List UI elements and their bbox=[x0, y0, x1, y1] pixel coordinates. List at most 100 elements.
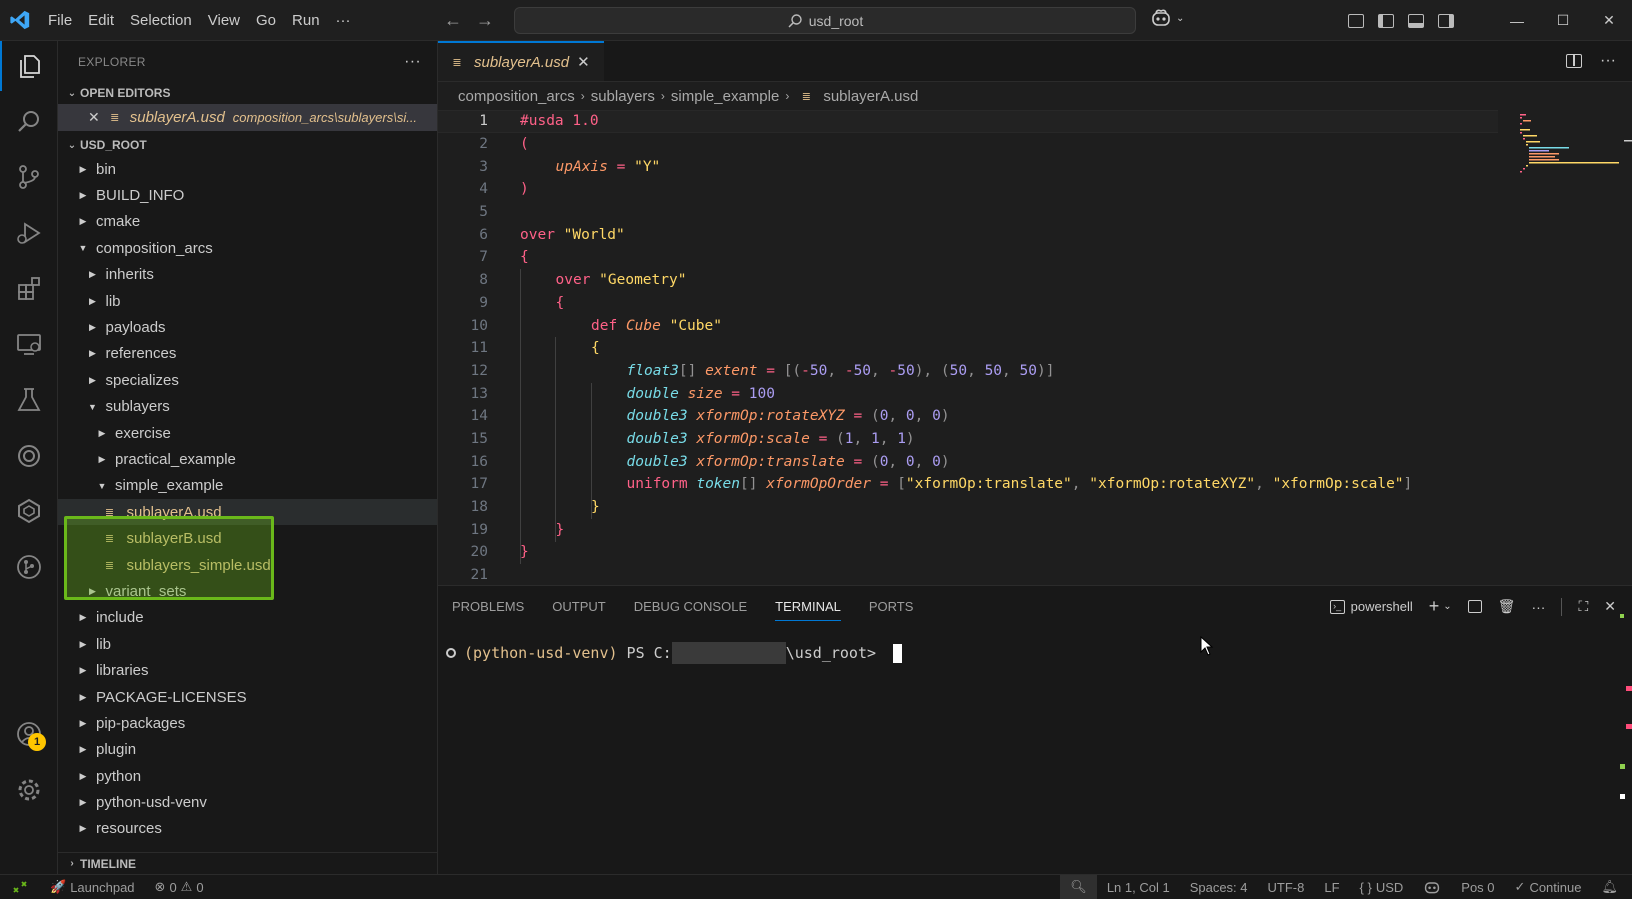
explorer-more-icon[interactable]: ··· bbox=[404, 53, 421, 71]
tree-folder-item[interactable]: ▶ lib bbox=[58, 288, 437, 314]
tree-folder-item[interactable]: ▼ composition_arcs bbox=[58, 235, 437, 261]
settings-gear-icon[interactable] bbox=[0, 765, 58, 815]
tab-debug-console[interactable]: DEBUG CONSOLE bbox=[634, 599, 747, 614]
run-debug-icon[interactable] bbox=[0, 208, 58, 258]
tab-terminal[interactable]: TERMINAL bbox=[775, 599, 841, 621]
launchpad-status[interactable]: 🚀 Launchpad bbox=[40, 875, 145, 899]
menu-selection[interactable]: Selection bbox=[122, 0, 200, 40]
menu-view[interactable]: View bbox=[200, 0, 248, 40]
breadcrumb-item[interactable]: sublayers bbox=[591, 88, 655, 105]
tab-ports[interactable]: PORTS bbox=[869, 599, 914, 614]
open-editor-item[interactable]: ✕ ≣ sublayerA.usd composition_arcs\subla… bbox=[58, 104, 437, 131]
trash-icon[interactable]: 🗑 bbox=[1498, 598, 1516, 615]
tab-close-icon[interactable]: ✕ bbox=[577, 53, 590, 71]
tree-folder-item[interactable]: ▶ references bbox=[58, 341, 437, 367]
close-icon[interactable]: ✕ bbox=[88, 109, 100, 126]
testing-icon[interactable] bbox=[0, 375, 58, 425]
vscode-logo-icon[interactable] bbox=[0, 0, 40, 41]
tree-folder-item[interactable]: ▶ python bbox=[58, 763, 437, 789]
menu-file[interactable]: File bbox=[40, 0, 80, 40]
tree-file-item[interactable]: ≣ sublayers_simple.usd bbox=[58, 552, 437, 578]
forward-arrow-icon[interactable]: → bbox=[476, 10, 494, 31]
close-panel-icon[interactable]: ✕ bbox=[1604, 598, 1616, 615]
minimap[interactable] bbox=[1512, 110, 1632, 210]
chevron-down-icon[interactable]: ⌄ bbox=[1443, 601, 1451, 612]
toggle-panel-icon[interactable] bbox=[1408, 13, 1424, 28]
tree-folder-item[interactable]: ▶ exercise bbox=[58, 420, 437, 446]
breadcrumb-item[interactable]: composition_arcs bbox=[458, 88, 575, 105]
customize-layout-icon[interactable] bbox=[1348, 13, 1364, 28]
indentation[interactable]: Spaces: 4 bbox=[1180, 875, 1258, 899]
tree-folder-item[interactable]: ▶ specializes bbox=[58, 367, 437, 393]
language-mode[interactable]: { } USD bbox=[1350, 875, 1414, 899]
tab-problems[interactable]: PROBLEMS bbox=[452, 599, 524, 614]
menu-more[interactable]: ··· bbox=[328, 0, 359, 40]
tree-folder-item[interactable]: ▶ payloads bbox=[58, 314, 437, 340]
tree-folder-item[interactable]: ▶ BUILD_INFO bbox=[58, 182, 437, 208]
tree-folder-item[interactable]: ▶ resources bbox=[58, 816, 437, 842]
terminal-shell-selector[interactable]: ›_ powershell bbox=[1329, 599, 1413, 614]
tree-folder-item[interactable]: ▶ lib bbox=[58, 631, 437, 657]
timeline-section[interactable]: › TIMELINE bbox=[58, 852, 437, 874]
remote-explorer-icon[interactable] bbox=[0, 319, 58, 369]
tree-folder-item[interactable]: ▶ libraries bbox=[58, 657, 437, 683]
usd-extension-icon[interactable] bbox=[0, 431, 58, 481]
maximize-icon[interactable]: ☐ bbox=[1540, 0, 1586, 41]
split-editor-icon[interactable] bbox=[1566, 54, 1583, 68]
tree-folder-item[interactable]: ▶ include bbox=[58, 605, 437, 631]
code-editor[interactable]: 1 #usda 1.0 2(3 upAxis = "Y" 4) 5 6 over "World… bbox=[438, 110, 1498, 585]
tree-file-item[interactable]: ≣ sublayerB.usd bbox=[58, 525, 437, 551]
more-actions-icon[interactable]: ··· bbox=[1600, 52, 1616, 70]
account-icon[interactable]: 1 bbox=[0, 709, 58, 759]
remote-indicator-icon[interactable] bbox=[0, 875, 40, 899]
open-editors-section[interactable]: ⌄ OPEN EDITORS bbox=[58, 82, 437, 104]
tree-folder-item[interactable]: ▶ plugin bbox=[58, 737, 437, 763]
tree-file-item[interactable]: ≣ sublayerA.usd bbox=[58, 499, 437, 526]
terminal-prompt[interactable]: (python-usd-venv) PS C: \usd_root> bbox=[446, 642, 903, 664]
split-terminal-icon[interactable] bbox=[1467, 600, 1482, 613]
breadcrumb-item[interactable]: sublayerA.usd bbox=[823, 88, 918, 105]
tree-folder-item[interactable]: ▶ cmake bbox=[58, 209, 437, 235]
encoding[interactable]: UTF-8 bbox=[1258, 875, 1315, 899]
tree-folder-item[interactable]: ▼ simple_example bbox=[58, 473, 437, 499]
tree-folder-item[interactable]: ▶ bin bbox=[58, 156, 437, 182]
git-graph-icon[interactable] bbox=[0, 542, 58, 592]
end-of-line[interactable]: LF bbox=[1314, 875, 1349, 899]
tree-folder-item[interactable]: ▶ python-usd-venv bbox=[58, 789, 437, 815]
tree-folder-item[interactable]: ▶ inherits bbox=[58, 262, 437, 288]
breadcrumb-item[interactable]: simple_example bbox=[671, 88, 779, 105]
tree-folder-item[interactable]: ▼ sublayers bbox=[58, 394, 437, 420]
maximize-panel-icon[interactable]: ⛶ bbox=[1578, 598, 1588, 615]
toggle-secondary-sidebar-icon[interactable] bbox=[1438, 13, 1454, 28]
tree-folder-item[interactable]: ▶ PACKAGE-LICENSES bbox=[58, 684, 437, 710]
tree-folder-item[interactable]: ▶ practical_example bbox=[58, 446, 437, 472]
notifications-bell-icon[interactable]: 🔔︎ bbox=[1591, 875, 1632, 899]
close-window-icon[interactable]: ✕ bbox=[1586, 0, 1632, 41]
copilot-menu[interactable]: ⌄ bbox=[1150, 8, 1184, 28]
menu-go[interactable]: Go bbox=[248, 0, 284, 40]
menu-run[interactable]: Run bbox=[284, 0, 328, 40]
cursor-position[interactable]: Ln 1, Col 1 bbox=[1097, 875, 1180, 899]
usd-root-section[interactable]: ⌄ USD_ROOT bbox=[58, 134, 437, 156]
command-center-search[interactable]: usd_root bbox=[514, 7, 1136, 34]
search-icon[interactable] bbox=[0, 97, 58, 147]
toggle-primary-sidebar-icon[interactable] bbox=[1378, 13, 1394, 28]
copilot-status-icon[interactable] bbox=[1413, 875, 1451, 899]
tree-folder-item[interactable]: ▶ variant_sets bbox=[58, 578, 437, 604]
tab-output[interactable]: OUTPUT bbox=[552, 599, 605, 614]
minimize-icon[interactable]: — bbox=[1494, 0, 1540, 41]
problems-status[interactable]: ⊗ 0 ⚠ 0 bbox=[145, 875, 214, 899]
tree-folder-item[interactable]: ▶ pip-packages bbox=[58, 710, 437, 736]
continue-status[interactable]: ✓ Continue bbox=[1505, 875, 1592, 899]
pos-status[interactable]: Pos 0 bbox=[1451, 875, 1504, 899]
new-terminal-icon[interactable]: + bbox=[1429, 596, 1440, 617]
explorer-icon[interactable] bbox=[0, 41, 58, 91]
hexagon-extension-icon[interactable] bbox=[0, 486, 58, 536]
zoom-icon[interactable]: 🔍︎ bbox=[1060, 875, 1097, 899]
tab-sublayerA[interactable]: ≣ sublayerA.usd ✕ bbox=[438, 41, 604, 81]
back-arrow-icon[interactable]: ← bbox=[444, 10, 462, 31]
menu-edit[interactable]: Edit bbox=[80, 0, 122, 40]
extensions-icon[interactable] bbox=[0, 264, 58, 314]
panel-more-icon[interactable]: ··· bbox=[1531, 599, 1545, 615]
source-control-icon[interactable] bbox=[0, 152, 58, 202]
